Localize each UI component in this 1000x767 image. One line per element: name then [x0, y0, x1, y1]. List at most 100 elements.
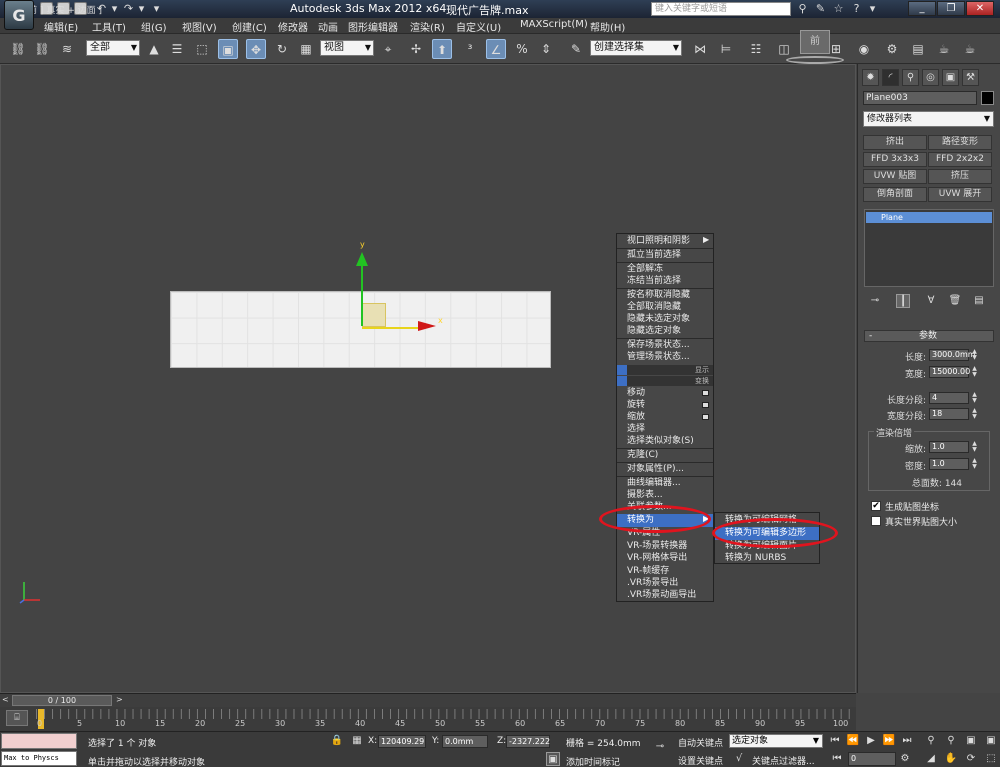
- menu-vr-frame-buffer[interactable]: VR-帧缓存: [617, 565, 713, 578]
- y-coord-field[interactable]: 0.0mm: [442, 735, 488, 748]
- zoom-extents-all-icon[interactable]: ▣: [984, 734, 998, 748]
- density-field[interactable]: 1.0: [929, 458, 969, 470]
- menu-save-scene-state[interactable]: 保存场景状态...: [617, 339, 713, 352]
- key-icon[interactable]: ⊸: [650, 740, 670, 754]
- graphite-tools-icon[interactable]: ◫: [774, 39, 794, 59]
- spinner-snap-icon[interactable]: ⇕: [536, 39, 556, 59]
- app-logo-icon[interactable]: G: [4, 0, 34, 30]
- mod-btn-ffd333[interactable]: FFD 3x3x3: [863, 152, 927, 167]
- object-color-swatch[interactable]: [981, 91, 994, 105]
- gizmo-y-arrow-icon[interactable]: [356, 252, 368, 266]
- menu-vr-mesh-export[interactable]: VR-网格体导出: [617, 552, 713, 565]
- menu-rendering[interactable]: 渲染(R): [410, 19, 445, 34]
- play-icon[interactable]: ▶: [864, 734, 878, 748]
- show-end-result-icon[interactable]: ┃: [896, 294, 910, 308]
- key-mode-toggle-icon[interactable]: ⏮: [830, 752, 844, 766]
- select-by-name-icon[interactable]: ☰: [167, 39, 187, 59]
- menu-tools[interactable]: 工具(T): [92, 19, 126, 34]
- menu-animation[interactable]: 动画: [318, 19, 338, 34]
- hierarchy-tab-icon[interactable]: ⚲: [902, 69, 919, 86]
- scale-field[interactable]: 1.0: [929, 441, 969, 453]
- select-move-icon[interactable]: ✥: [246, 39, 266, 59]
- length-field[interactable]: 3000.0mm: [929, 349, 976, 361]
- width-spinner-icon[interactable]: ▲ ▼: [971, 366, 978, 378]
- menu-help[interactable]: 帮助(H): [590, 19, 625, 34]
- settings-box-icon[interactable]: [702, 390, 709, 396]
- menu-unhide-all[interactable]: 全部取消隐藏: [617, 301, 713, 314]
- gizmo-y-axis[interactable]: [361, 256, 363, 326]
- keyboard-shortcut-override-icon[interactable]: ⬆: [432, 39, 452, 59]
- slider-next-icon[interactable]: >: [116, 695, 123, 704]
- mirror-icon[interactable]: ⋈: [690, 39, 710, 59]
- width-field[interactable]: 15000.00: [929, 366, 970, 378]
- link-icon[interactable]: ⛓: [8, 39, 28, 59]
- time-config-icon[interactable]: ⚙: [898, 752, 912, 766]
- set-key-button[interactable]: 设置关键点: [678, 754, 723, 767]
- make-unique-icon[interactable]: ∀: [924, 294, 938, 308]
- menu-vr-scene-converter[interactable]: VR-场景转换器: [617, 540, 713, 553]
- auto-key-button[interactable]: 自动关键点: [678, 736, 723, 749]
- help-icon[interactable]: ?: [850, 2, 863, 15]
- named-selection-dropdown[interactable]: 创建选择集 ▼: [590, 40, 682, 56]
- menu-customize[interactable]: 自定义(U): [456, 19, 501, 34]
- maxscript-output[interactable]: Max to Physcs: [1, 751, 77, 766]
- mod-btn-extrude[interactable]: 挤出: [863, 135, 927, 150]
- create-tab-icon[interactable]: ✹: [862, 69, 879, 86]
- gizmo-x-axis[interactable]: [362, 327, 422, 329]
- length-segs-field[interactable]: 4: [929, 392, 969, 404]
- x-coord-field[interactable]: 120409.29: [378, 735, 426, 748]
- angle-snap-icon[interactable]: ∠: [486, 39, 506, 59]
- reference-coord-dropdown[interactable]: 视图 ▼: [320, 40, 374, 56]
- zoom-extents-icon[interactable]: ▣: [964, 734, 978, 748]
- scale-spinner-icon[interactable]: ▲ ▼: [971, 441, 978, 453]
- binoculars-icon[interactable]: ⚲: [796, 2, 809, 15]
- select-scale-icon[interactable]: ▦: [296, 39, 316, 59]
- z-coord-field[interactable]: -2327.222: [506, 735, 550, 748]
- select-manipulate-icon[interactable]: ✢: [406, 39, 426, 59]
- absolute-mode-icon[interactable]: ▦: [350, 734, 364, 748]
- time-slider-track[interactable]: [0, 693, 856, 707]
- mod-btn-squeeze[interactable]: 挤压: [928, 169, 992, 184]
- menu-unhide-by-name[interactable]: 按名称取消隐藏: [617, 289, 713, 302]
- viewcube-ring[interactable]: [786, 56, 844, 64]
- zoom-all-icon[interactable]: ⚲: [944, 734, 958, 748]
- configure-modifier-sets-icon[interactable]: ▤: [972, 294, 986, 308]
- menu-select-similar[interactable]: 选择类似对象(S): [617, 435, 713, 448]
- unlink-icon[interactable]: ⛓: [32, 39, 52, 59]
- stack-item-plane[interactable]: Plane: [866, 212, 992, 223]
- slider-prev-icon[interactable]: <: [2, 695, 9, 704]
- gen-mapping-checkbox[interactable]: ✔: [871, 501, 881, 511]
- search-input[interactable]: 键入关键字或短语: [651, 2, 791, 16]
- menu-object-properties[interactable]: 对象属性(P)...: [617, 463, 713, 476]
- key-filters-button[interactable]: 关键点过滤器...: [752, 754, 815, 767]
- menu-unfreeze-all[interactable]: 全部解冻: [617, 263, 713, 276]
- menu-scale[interactable]: 缩放: [617, 411, 713, 424]
- menu-edit[interactable]: 编辑(E): [44, 19, 78, 34]
- next-frame-icon[interactable]: ⏩: [882, 734, 896, 748]
- undo-dropdown-icon[interactable]: ▾: [108, 2, 121, 15]
- bind-space-warp-icon[interactable]: ≋: [57, 39, 77, 59]
- gizmo-xy-plane-handle[interactable]: [362, 303, 386, 327]
- minimize-button[interactable]: _: [908, 1, 936, 16]
- menu-clone[interactable]: 克隆(C): [617, 449, 713, 462]
- settings-box-icon[interactable]: [702, 414, 709, 420]
- menu-modifiers[interactable]: 修改器: [278, 19, 308, 34]
- length-spinner-icon[interactable]: ▲ ▼: [971, 349, 978, 361]
- go-to-end-icon[interactable]: ⏭: [900, 734, 914, 748]
- length-segs-spinner-icon[interactable]: ▲ ▼: [971, 392, 978, 404]
- menu-freeze-selection[interactable]: 冻结当前选择: [617, 275, 713, 288]
- maximize-viewport-icon[interactable]: ⬚: [984, 752, 998, 766]
- key-filter-icon[interactable]: √: [732, 752, 746, 766]
- front-viewport[interactable]: [0, 64, 856, 693]
- render-setup-icon[interactable]: ⚙: [882, 39, 902, 59]
- time-slider[interactable]: 0 / 100: [12, 695, 112, 706]
- key-mode-dropdown[interactable]: 选定对象 ▼: [729, 734, 823, 748]
- mod-btn-uvw-map[interactable]: UVW 贴图: [863, 169, 927, 184]
- menu-viewport-lighting[interactable]: 视口照明和阴影: [617, 235, 713, 248]
- menu-rotate[interactable]: 旋转: [617, 399, 713, 412]
- render-production-icon[interactable]: ☕: [934, 39, 954, 59]
- menu-manage-scene-states[interactable]: 管理场景状态...: [617, 351, 713, 364]
- menu-select[interactable]: 选择: [617, 423, 713, 436]
- mod-btn-unwrap-uvw[interactable]: UVW 展开: [928, 187, 992, 202]
- width-segs-spinner-icon[interactable]: ▲ ▼: [971, 408, 978, 420]
